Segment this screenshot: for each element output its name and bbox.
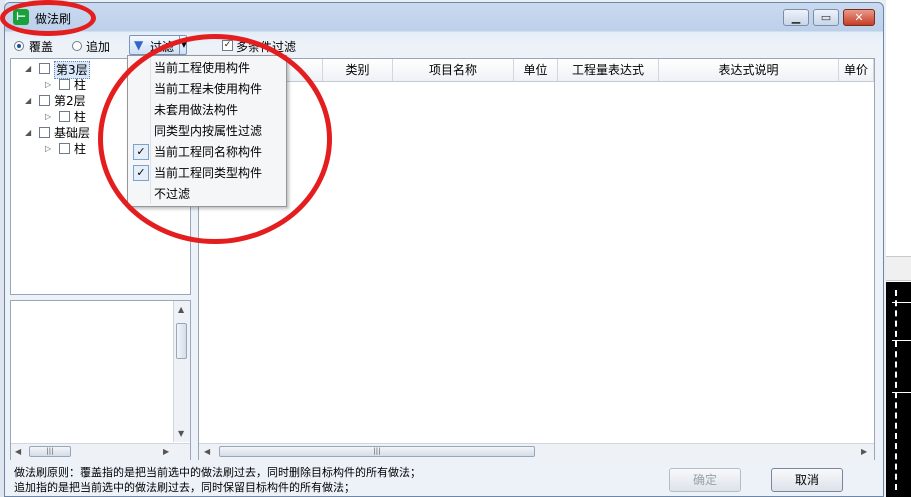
grid-header: 编码 类别 项目名称 单位 工程量表达式 表达式说明 单价: [199, 59, 874, 82]
tree-checkbox[interactable]: [39, 95, 50, 106]
filter-button-label: 过滤: [150, 40, 175, 54]
cad-tick-line: [892, 302, 911, 303]
window-title: 做法刷: [35, 12, 72, 26]
menu-item-label: 未套用做法构件: [154, 103, 239, 117]
scroll-down-icon[interactable]: ▼: [178, 429, 184, 438]
append-label[interactable]: 追加: [86, 38, 110, 55]
column-header-item-name[interactable]: 项目名称: [393, 59, 514, 81]
horizontal-scrollbar[interactable]: ◀ ||| ▶: [11, 443, 190, 460]
scroll-right-icon[interactable]: ▶: [163, 447, 169, 456]
menu-item-label: 同类型内按属性过滤: [154, 124, 263, 138]
multi-filter-checkbox[interactable]: ✓: [222, 40, 233, 51]
title-bar[interactable]: ⊢ 做法刷 ▁ ▭ ✕: [5, 3, 883, 31]
menu-item-unused-components[interactable]: 当前工程未使用构件: [130, 79, 284, 100]
cad-dashed-line: [895, 290, 897, 490]
menu-item-label: 不过滤: [154, 187, 191, 201]
scrollbar-thumb[interactable]: |||: [29, 446, 71, 457]
menu-item-no-method-components[interactable]: 未套用做法构件: [130, 100, 284, 121]
menu-item-same-name[interactable]: ✓ 当前工程同名称构件: [130, 142, 284, 163]
menu-item-label: 当前工程未使用构件: [154, 82, 263, 96]
app-icon: ⊢: [13, 9, 29, 25]
column-header-quantity-expr[interactable]: 工程量表达式: [558, 59, 659, 81]
check-icon: ✓: [133, 144, 149, 160]
tree-node-label: 基础层: [54, 126, 91, 140]
menu-item-label: 当前工程同类型构件: [154, 166, 263, 180]
expand-icon[interactable]: ▷: [45, 141, 51, 157]
minimize-button[interactable]: ▁: [783, 9, 809, 26]
tree-node-label: 第2层: [54, 94, 86, 108]
menu-item-no-filter[interactable]: 不过滤: [130, 184, 284, 205]
column-header-category[interactable]: 类别: [323, 59, 393, 81]
scroll-up-icon[interactable]: ▲: [178, 305, 184, 314]
filter-dropdown-menu: 当前工程使用构件 当前工程未使用构件 未套用做法构件 同类型内按属性过滤 ✓ 当…: [127, 55, 287, 207]
grid-horizontal-scrollbar[interactable]: ◀ ||| ▶: [199, 443, 874, 460]
collapse-icon[interactable]: ◢: [25, 93, 31, 109]
funnel-icon: ▼: [134, 38, 144, 52]
maximize-icon: ▭: [820, 11, 832, 24]
tree-checkbox[interactable]: [39, 63, 50, 74]
multi-filter-label[interactable]: 多条件过滤: [236, 38, 296, 55]
ok-button[interactable]: 确定: [669, 468, 741, 492]
collapse-icon[interactable]: ◢: [25, 125, 31, 141]
scroll-right-icon[interactable]: ▶: [861, 447, 867, 456]
scrollbar-thumb[interactable]: |||: [219, 446, 535, 457]
rule-text-line1: 做法刷原则：覆盖指的是把当前选中的做法刷过去，同时删除目标构件的所有做法；: [14, 466, 421, 479]
method-grid: 编码 类别 项目名称 单位 工程量表达式 表达式说明 单价 ◀ ||| ▶: [198, 58, 875, 460]
cad-tick-line: [892, 392, 911, 393]
detail-panel: ▲ ▼ ◀ ||| ▶: [10, 300, 191, 460]
column-header-expr-desc[interactable]: 表达式说明: [659, 59, 839, 81]
tree-checkbox[interactable]: [59, 79, 70, 90]
collapse-icon[interactable]: ◢: [25, 61, 31, 77]
check-icon: ✓: [133, 165, 149, 181]
cancel-button[interactable]: 取消: [771, 468, 843, 492]
menu-item-used-components[interactable]: 当前工程使用构件: [130, 58, 284, 79]
tree-checkbox[interactable]: [39, 127, 50, 138]
chevron-down-icon[interactable]: ▼: [179, 36, 188, 54]
minimize-icon: ▁: [791, 11, 801, 24]
rule-text-line2: 追加指的是把当前选中的做法刷过去，同时保留目标构件的所有做法；: [14, 481, 355, 494]
menu-item-same-type[interactable]: ✓ 当前工程同类型构件: [130, 163, 284, 184]
menu-item-label: 当前工程使用构件: [154, 61, 251, 75]
close-button[interactable]: ✕: [843, 9, 875, 26]
close-icon: ✕: [854, 11, 864, 24]
filter-button[interactable]: ▼ 过滤 ▼: [129, 35, 187, 55]
overwrite-label[interactable]: 覆盖: [29, 38, 53, 55]
scroll-left-icon[interactable]: ◀: [204, 447, 210, 456]
overwrite-radio[interactable]: [14, 41, 24, 51]
tree-checkbox[interactable]: [59, 143, 70, 154]
menu-item-filter-by-attribute[interactable]: 同类型内按属性过滤: [130, 121, 284, 142]
cad-tick-line: [892, 340, 911, 341]
tree-node-label: 柱: [74, 78, 87, 92]
column-header-unit[interactable]: 单位: [514, 59, 558, 81]
tree-node-label: 柱: [74, 110, 87, 124]
background-cad-canvas: [886, 282, 911, 497]
expand-icon[interactable]: ▷: [45, 77, 51, 93]
scroll-left-icon[interactable]: ◀: [15, 447, 21, 456]
expand-icon[interactable]: ▷: [45, 109, 51, 125]
tree-checkbox[interactable]: [59, 111, 70, 122]
scrollbar-thumb[interactable]: [176, 323, 187, 359]
tree-node-label: 柱: [74, 142, 87, 156]
append-radio[interactable]: [72, 41, 82, 51]
background-toolbar-strip: [886, 256, 911, 281]
vertical-scrollbar[interactable]: ▲ ▼: [173, 301, 190, 442]
column-header-unit-price[interactable]: 单价: [839, 59, 874, 81]
menu-item-label: 当前工程同名称构件: [154, 145, 263, 159]
maximize-button[interactable]: ▭: [813, 9, 839, 26]
